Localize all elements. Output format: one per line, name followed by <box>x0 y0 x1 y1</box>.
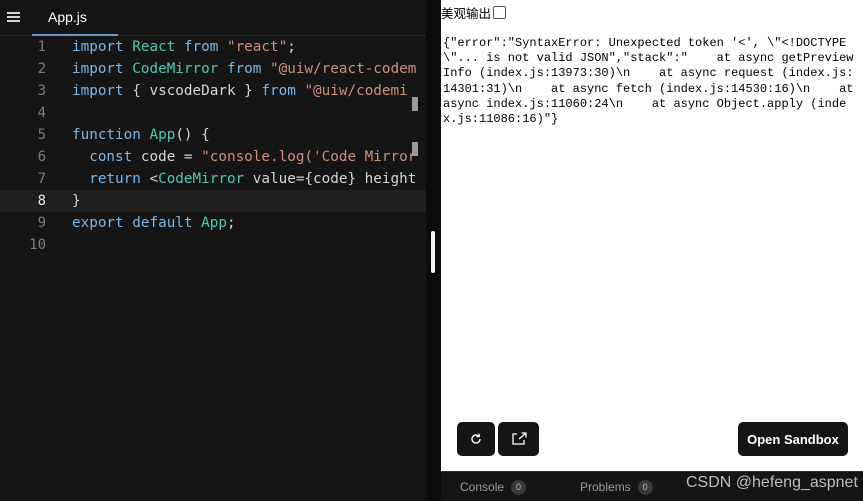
line-number: 8 <box>37 193 46 209</box>
code-area[interactable]: 1 import React from "react"; 2 import CodeM… <box>0 36 426 256</box>
tab-problems[interactable]: Problems 0 <box>580 472 653 501</box>
line-number: 4 <box>37 105 46 121</box>
code-token: from <box>226 61 262 77</box>
code-token: code = <box>132 149 202 165</box>
line-number: 2 <box>37 61 46 77</box>
code-token: const <box>89 149 133 165</box>
code-text: return <CodeMirror value={code} height <box>72 168 416 190</box>
code-token: export <box>72 215 124 231</box>
code-text: function App() { <box>72 124 210 146</box>
code-token: from <box>183 39 219 55</box>
line-number: 3 <box>37 83 46 99</box>
code-token: CodeMirror <box>158 171 245 187</box>
code-line[interactable]: 9 export default App; <box>0 212 426 234</box>
code-token: ; <box>226 215 236 231</box>
code-token: from <box>261 83 296 99</box>
code-text: import CodeMirror from "@uiw/react-codem <box>72 58 416 80</box>
line-number: 1 <box>37 39 46 55</box>
code-token: default <box>132 215 193 231</box>
pane-splitter[interactable] <box>426 0 441 501</box>
line-number: 6 <box>37 149 46 165</box>
tab-problems-label: Problems <box>580 480 631 494</box>
code-line[interactable]: 10 <box>0 234 426 256</box>
line-number: 7 <box>37 171 46 187</box>
preview-pane: 美观输出 {"error":"SyntaxError: Unexpected t… <box>441 0 863 471</box>
open-sandbox-button[interactable]: Open Sandbox <box>738 422 848 456</box>
code-token: function <box>72 127 141 143</box>
pretty-output-toggle[interactable]: 美观输出 <box>441 2 507 22</box>
pretty-output-label: 美观输出 <box>441 5 492 21</box>
code-line[interactable]: 4 <box>0 102 426 124</box>
code-token: ; <box>287 39 296 55</box>
bottom-panel-tabs: Console 0 Problems 0 <box>441 471 863 501</box>
line-number: 5 <box>37 127 46 143</box>
code-token: App <box>201 215 227 231</box>
code-text: const code = "console.log('Code Mirror <box>72 146 416 168</box>
console-count-badge: 0 <box>511 479 527 495</box>
tab-console-label: Console <box>460 480 505 494</box>
tab-app-js[interactable]: App.js <box>32 0 118 36</box>
code-token: "@uiw/codemi <box>304 83 408 99</box>
overflow-marker <box>412 97 418 111</box>
code-editor-pane[interactable]: App.js 1 import React from "react"; 2 impor… <box>0 0 426 501</box>
problems-count-badge: 0 <box>637 479 653 495</box>
code-token: React <box>132 39 176 55</box>
open-external-icon <box>511 432 527 445</box>
code-line[interactable]: 6 const code = "console.log('Code Mirror <box>0 146 426 168</box>
code-line[interactable]: 8} <box>0 190 426 212</box>
pretty-output-checkbox[interactable] <box>493 5 507 19</box>
code-token: import <box>72 39 124 55</box>
line-number: 10 <box>29 237 46 253</box>
code-token: App <box>149 127 176 143</box>
line-number: 9 <box>37 215 46 231</box>
code-line[interactable]: 7 return <CodeMirror value={code} height <box>0 168 426 190</box>
code-token: value={code} height <box>244 171 417 187</box>
refresh-button[interactable] <box>457 422 495 456</box>
refresh-icon <box>471 433 481 444</box>
code-token: () { <box>175 127 210 143</box>
code-line[interactable]: 1 import React from "react"; <box>0 36 426 58</box>
code-token: import <box>72 83 124 99</box>
code-line[interactable]: 2 import CodeMirror from "@uiw/react-code… <box>0 58 426 80</box>
code-token: CodeMirror <box>132 61 219 77</box>
code-text: } <box>72 190 81 212</box>
tab-console[interactable]: Console 0 <box>460 472 527 501</box>
code-token: < <box>140 171 159 187</box>
code-token: "console.log('Code Mirror <box>201 149 417 165</box>
open-in-new-window-button[interactable] <box>498 422 539 456</box>
splitter-handle[interactable] <box>431 231 435 273</box>
code-text: import React from "react"; <box>72 36 296 58</box>
code-token: "react" <box>226 39 288 55</box>
code-line[interactable]: 5 function App() { <box>0 124 426 146</box>
overflow-marker <box>412 142 418 156</box>
code-text: export default App; <box>72 212 236 234</box>
code-line[interactable]: 3 import { vscodeDark } from "@uiw/codemi <box>0 80 426 102</box>
preview-output-text: {"error":"SyntaxError: Unexpected token … <box>443 36 861 127</box>
editor-tab-bar: App.js <box>0 0 426 36</box>
code-token: import <box>72 61 124 77</box>
code-token: { vscodeDark } <box>123 83 262 99</box>
menu-icon[interactable] <box>6 10 24 26</box>
code-text: import { vscodeDark } from "@uiw/codemi <box>72 80 408 102</box>
tab-label: App.js <box>48 9 87 25</box>
code-token: } <box>72 193 81 209</box>
code-token: return <box>89 171 141 187</box>
code-token: "@uiw/react-codem <box>270 61 417 77</box>
